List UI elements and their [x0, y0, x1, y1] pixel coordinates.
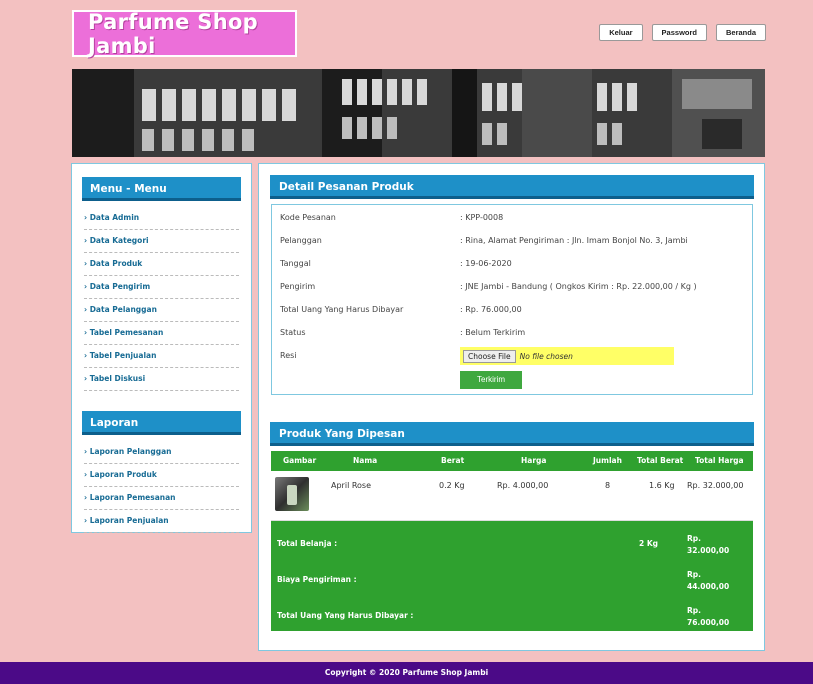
total-belanja-value: Rp. 32.000,00: [687, 534, 730, 555]
sidebar: Menu - Menu › Data Admin › Data Kategori…: [71, 163, 252, 533]
menu-list: › Data Admin › Data Kategori › Data Prod…: [84, 207, 239, 391]
sidebar-item-data-pelanggan[interactable]: › Data Pelanggan: [84, 299, 239, 322]
biaya-pengiriman-value: Rp. 44.000,00: [687, 570, 730, 591]
sidebar-item-data-pengirim[interactable]: › Data Pengirim: [84, 276, 239, 299]
sidebar-item-laporan-produk[interactable]: › Laporan Produk: [84, 464, 239, 487]
detail-title: Detail Pesanan Produk: [270, 175, 754, 199]
sidebar-item-data-kategori[interactable]: › Data Kategori: [84, 230, 239, 253]
sidebar-item-tabel-penjualan[interactable]: › Tabel Penjualan: [84, 345, 239, 368]
resi-label: Resi: [280, 351, 297, 360]
sidebar-item-laporan-penjualan[interactable]: › Laporan Penjualan: [84, 510, 239, 533]
sidebar-item-laporan-pemesanan[interactable]: › Laporan Pemesanan: [84, 487, 239, 510]
report-title: Laporan: [82, 411, 241, 435]
sidebar-item-tabel-diskusi[interactable]: › Tabel Diskusi: [84, 368, 239, 391]
terkirim-button[interactable]: Terkirim: [460, 371, 522, 389]
report-list: › Laporan Pelanggan › Laporan Produk › L…: [84, 441, 239, 533]
home-button[interactable]: Beranda: [715, 24, 766, 41]
file-status: No file chosen: [519, 351, 573, 361]
sidebar-item-laporan-pelanggan[interactable]: › Laporan Pelanggan: [84, 441, 239, 464]
product-image: [275, 477, 309, 511]
top-nav: Keluar Password Beranda: [599, 24, 766, 41]
banner-image: [72, 69, 765, 157]
total-belanja-weight: 2 Kg: [639, 539, 659, 548]
footer: Copyright © 2020 Parfume Shop Jambi: [0, 662, 813, 684]
sidebar-item-data-admin[interactable]: › Data Admin: [84, 207, 239, 230]
choose-file-button[interactable]: Choose File: [463, 349, 516, 363]
products-title: Produk Yang Dipesan: [270, 422, 754, 446]
sidebar-item-tabel-pemesanan[interactable]: › Tabel Pemesanan: [84, 322, 239, 345]
order-totals: Total Belanja : 2 Kg Rp. 32.000,00 Biaya…: [271, 521, 753, 631]
order-detail-box: Kode Pesanan: KPP-0008 Pelanggan: Rina, …: [271, 204, 753, 395]
table-header: Gambar Nama Berat Harga Jumlah Total Ber…: [271, 451, 753, 471]
biaya-pengiriman-label: Biaya Pengiriman :: [277, 575, 357, 584]
site-title: Parfume Shop Jambi: [88, 9, 259, 58]
main-content: Detail Pesanan Produk Kode Pesanan: KPP-…: [258, 163, 765, 651]
logout-button[interactable]: Keluar: [599, 24, 643, 41]
site-logo: Parfume Shop Jambi: [72, 9, 297, 58]
password-button[interactable]: Password: [651, 24, 707, 41]
resi-file-input[interactable]: Choose File No file chosen: [460, 347, 674, 365]
total-bayar-value: Rp. 76.000,00: [687, 606, 730, 627]
sidebar-item-data-produk[interactable]: › Data Produk: [84, 253, 239, 276]
total-bayar-label: Total Uang Yang Harus Dibayar :: [277, 611, 414, 620]
menu-title: Menu - Menu: [82, 177, 241, 201]
products-table: Gambar Nama Berat Harga Jumlah Total Ber…: [271, 451, 753, 631]
table-row: April Rose 0.2 Kg Rp. 4.000,00 8 1.6 Kg …: [271, 471, 753, 521]
total-belanja-label: Total Belanja :: [277, 539, 338, 548]
